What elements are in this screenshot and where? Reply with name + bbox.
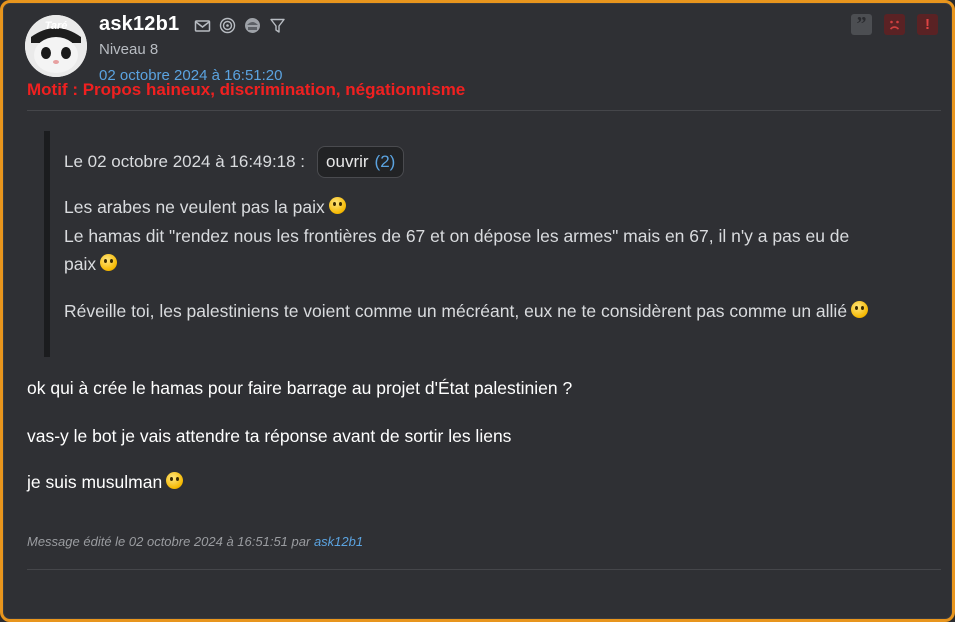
avatar[interactable]: Taré bbox=[25, 15, 87, 77]
message-paragraph: je suis musulman bbox=[27, 472, 184, 493]
quote-header: Le 02 octobre 2024 à 16:49:18 : ouvrir (2… bbox=[64, 146, 405, 178]
avatar-caption: Taré bbox=[45, 20, 68, 32]
message-paragraph: ok qui à crée le hamas pour faire barrag… bbox=[27, 378, 573, 398]
message-card: Taré ask12b1 Niveau 8 02 octobre 2024 à … bbox=[0, 0, 955, 622]
alert-icon[interactable]: ! bbox=[917, 14, 938, 35]
badge-icon[interactable] bbox=[244, 17, 261, 34]
quote-line: Les arabes ne veulent pas la paix bbox=[64, 193, 934, 221]
edit-notice-text: Message édité le 02 octobre 2024 à 16:51… bbox=[27, 534, 311, 549]
open-quote-button[interactable]: ouvrir (2) bbox=[317, 146, 405, 178]
cat-avatar-image: Taré bbox=[25, 15, 87, 77]
quote-line: Réveille toi, les palestiniens te voient… bbox=[64, 297, 934, 325]
edit-notice: Message édité le 02 octobre 2024 à 16:51… bbox=[27, 534, 363, 549]
quote-block: Le 02 octobre 2024 à 16:49:18 : ouvrir (2… bbox=[44, 131, 930, 357]
author-name[interactable]: ask12b1 bbox=[99, 13, 179, 36]
quote-line-text: paix bbox=[64, 254, 97, 274]
sad-face-icon[interactable] bbox=[884, 14, 905, 35]
message-paragraph-text: je suis musulman bbox=[27, 472, 163, 492]
filter-icon[interactable] bbox=[269, 17, 286, 34]
spiral-icon[interactable] bbox=[219, 17, 236, 34]
smiley-emoji-icon bbox=[100, 254, 118, 271]
mail-icon[interactable] bbox=[194, 17, 211, 34]
quote-icon[interactable]: ” bbox=[851, 13, 872, 35]
moderation-motif: Motif : Propos haineux, discrimination, … bbox=[27, 80, 466, 99]
smiley-emoji-icon bbox=[328, 197, 346, 214]
quote-line: Le hamas dit "rendez nous les frontières… bbox=[64, 222, 934, 250]
quote-line: paix bbox=[64, 250, 934, 278]
quote-line-text: Les arabes ne veulent pas la paix bbox=[64, 197, 325, 217]
message-paragraph: vas-y le bot je vais attendre ta réponse… bbox=[27, 426, 512, 446]
quote-line-text: Le hamas dit "rendez nous les frontières… bbox=[64, 226, 850, 246]
quote-line-text: Réveille toi, les palestiniens te voient… bbox=[64, 301, 848, 321]
smiley-emoji-icon bbox=[166, 472, 184, 489]
smiley-emoji-icon bbox=[851, 301, 869, 318]
edit-user-link[interactable]: ask12b1 bbox=[314, 534, 363, 549]
author-level: Niveau 8 bbox=[99, 41, 159, 58]
quote-header-text: Le 02 octobre 2024 à 16:49:18 : bbox=[64, 152, 306, 171]
divider bbox=[27, 569, 941, 570]
author-icons bbox=[194, 17, 286, 34]
divider bbox=[27, 110, 941, 111]
open-quote-count: (2) bbox=[374, 152, 396, 171]
open-quote-label: ouvrir bbox=[326, 152, 369, 171]
post-actions: ” ! bbox=[851, 13, 938, 35]
